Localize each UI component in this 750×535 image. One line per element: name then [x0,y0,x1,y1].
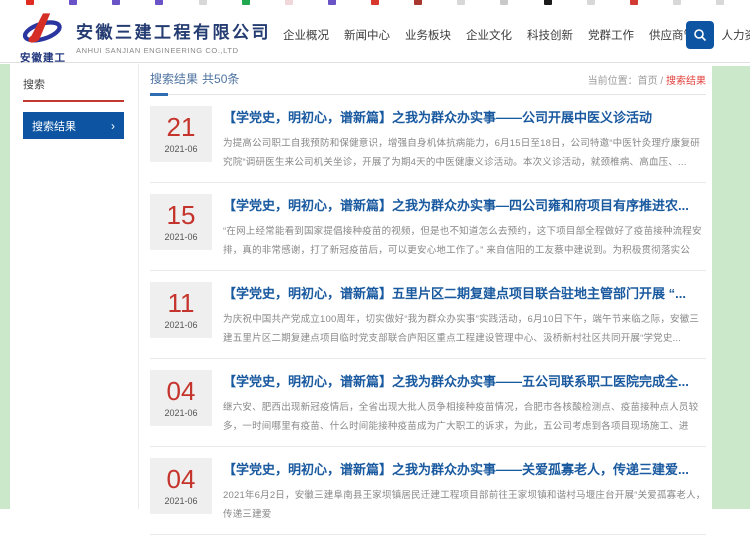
chevron-right-icon: › [111,120,115,132]
breadcrumb-home-link[interactable]: 首页 [638,76,658,87]
date-year-month: 2021-06 [164,496,197,506]
section-title: 搜索结果 [150,72,198,86]
section-header: 搜索结果共50条 当前位置：首页 / 搜索结果 [150,64,706,87]
news-list-item: 11 2021-06 【学党史，明初心，谱新篇】五里片区二期复建点项目联合驻地主… [150,271,706,359]
nav-item[interactable]: 企业文化 [466,27,512,43]
company-name: 安徽三建工程有限公司 [76,18,271,43]
nav-item[interactable]: 党群工作 [588,27,634,43]
news-text-column: 【学党史，明初心，谱新篇】之我为群众办实事——五公司联系职工医院完成全... 继… [223,370,706,446]
date-badge: 21 2021-06 [150,106,212,162]
news-text-column: 【学党史，明初心，谱新篇】五里片区二期复建点项目联合驻地主管部门开展 “... … [223,282,706,358]
right-margin-strip [712,66,750,509]
sidebar-accent-line [23,100,124,102]
favicon-icon[interactable] [285,0,293,5]
news-list-item: 15 2021-06 【学党史，明初心，谱新篇】之我为群众办实事—四公司雍和府项… [150,183,706,271]
date-day: 04 [167,466,196,492]
news-list-item: 21 2021-06 【学党史，明初心，谱新篇】之我为群众办实事——公司开展中医… [150,95,706,183]
date-day: 15 [167,202,196,228]
favicon-icon[interactable] [328,0,336,5]
news-text-column: 【学党史，明初心，谱新篇】之我为群众办实事——公司开展中医义诊活动 为提高公司职… [223,106,706,182]
breadcrumb-current: 搜索结果 [666,76,706,87]
main-nav: 企业概况新闻中心业务板块企业文化科技创新党群工作供应商管理人力资源 [283,6,750,63]
date-year-month: 2021-06 [164,232,197,242]
news-list-item: 04 2021-06 【学党史，明初心，谱新篇】之我为群众办实事——关爱孤寡老人… [150,447,706,535]
search-sidebar: 搜索 搜索结果 › [10,64,139,509]
date-badge: 04 2021-06 [150,458,212,514]
date-year-month: 2021-06 [164,320,197,330]
favicon-icon[interactable] [199,0,207,5]
section-divider [150,94,706,95]
favicon-icon[interactable] [544,0,552,5]
favicon-icon[interactable] [457,0,465,5]
favicon-icon[interactable] [26,0,34,5]
search-icon [693,28,707,42]
sidebar-title: 搜索 [23,76,138,92]
logo-text: 安徽建工 [16,50,70,65]
company-logo[interactable]: 安徽建工 [16,12,70,65]
favicon-icon[interactable] [587,0,595,5]
news-summary: 2021年6月2日，安徽三建阜南县王家坝镇居民迁建工程项目部前往王家坝镇和谐村马… [223,486,706,524]
nav-item[interactable]: 企业概况 [283,27,329,43]
news-title-link[interactable]: 【学党史，明初心，谱新篇】五里片区二期复建点项目联合驻地主管部门开展 “... [223,283,706,302]
date-badge: 15 2021-06 [150,194,212,250]
news-text-column: 【学党史，明初心，谱新篇】之我为群众办实事—四公司雍和府项目有序推进农... “… [223,194,706,270]
nav-item[interactable]: 科技创新 [527,27,573,43]
date-badge: 04 2021-06 [150,370,212,426]
nav-item[interactable]: 人力资源 [722,27,750,43]
news-text-column: 【学党史，明初心，谱新篇】之我为群众办实事——关爱孤寡老人，传递三建爱... 2… [223,458,706,534]
favicon-icon[interactable] [371,0,379,5]
logo-mark-icon [20,12,66,45]
search-results-panel: 搜索结果共50条 当前位置：首页 / 搜索结果 21 2021-06 【学党史，… [150,64,706,535]
date-day: 21 [167,114,196,140]
news-summary: 为提高公司职工自我预防和保健意识，增强自身机体抗病能力，6月15日至18日，公司… [223,134,706,172]
breadcrumb-prefix: 当前位置： [588,76,638,87]
date-day: 04 [167,378,196,404]
section-title-wrap: 搜索结果共50条 [150,70,239,87]
favicon-icon[interactable] [630,0,638,5]
news-title-link[interactable]: 【学党史，明初心，谱新篇】之我为群众办实事——五公司联系职工医院完成全... [223,371,706,390]
news-title-link[interactable]: 【学党史，明初心，谱新篇】之我为群众办实事——关爱孤寡老人，传递三建爱... [223,459,706,478]
date-year-month: 2021-06 [164,408,197,418]
site-header: 安徽建工 安徽三建工程有限公司 ANHUI SANJIAN ENGINEERIN… [0,6,750,63]
search-button[interactable] [686,21,714,49]
date-badge: 11 2021-06 [150,282,212,338]
sidebar-item-search-results[interactable]: 搜索结果 › [23,112,124,139]
favicon-icon[interactable] [500,0,508,5]
nav-item[interactable]: 业务板块 [405,27,451,43]
news-summary: 继六安、肥西出现新冠疫情后，全省出现大批人员争相接种疫苗情况，合肥市各核酸检测点… [223,398,706,436]
news-list: 21 2021-06 【学党史，明初心，谱新篇】之我为群众办实事——公司开展中医… [150,95,706,535]
favicon-icon[interactable] [242,0,250,5]
favicon-icon[interactable] [716,0,724,5]
news-summary: 为庆祝中国共产党成立100周年，切实做好“我为群众办实事”实践活动，6月10日下… [223,310,706,348]
news-title-link[interactable]: 【学党史，明初心，谱新篇】之我为群众办实事——公司开展中医义诊活动 [223,107,706,126]
divider-accent [150,93,168,96]
date-day: 11 [168,290,195,316]
breadcrumb-separator: / [658,76,666,87]
result-count: 共50条 [202,72,239,86]
favicon-icon[interactable] [673,0,681,5]
company-name-en: ANHUI SANJIAN ENGINEERING CO.,LTD [76,46,271,55]
favicon-icon[interactable] [414,0,422,5]
news-summary: “在网上经常能看到国家提倡接种疫苗的视频，但是也不知道怎么去预约，这下项目部全程… [223,222,706,260]
favicon-icon[interactable] [69,0,77,5]
favicon-icon[interactable] [112,0,120,5]
nav-item[interactable]: 新闻中心 [344,27,390,43]
favicon-icon[interactable] [155,0,163,5]
company-title-block: 安徽三建工程有限公司 ANHUI SANJIAN ENGINEERING CO.… [76,18,271,55]
news-title-link[interactable]: 【学党史，明初心，谱新篇】之我为群众办实事—四公司雍和府项目有序推进农... [223,195,706,214]
breadcrumb: 当前位置：首页 / 搜索结果 [588,70,706,87]
left-margin-strip [0,64,10,509]
date-year-month: 2021-06 [164,144,197,154]
news-list-item: 04 2021-06 【学党史，明初心，谱新篇】之我为群众办实事——五公司联系职… [150,359,706,447]
sidebar-item-label: 搜索结果 [32,118,76,134]
